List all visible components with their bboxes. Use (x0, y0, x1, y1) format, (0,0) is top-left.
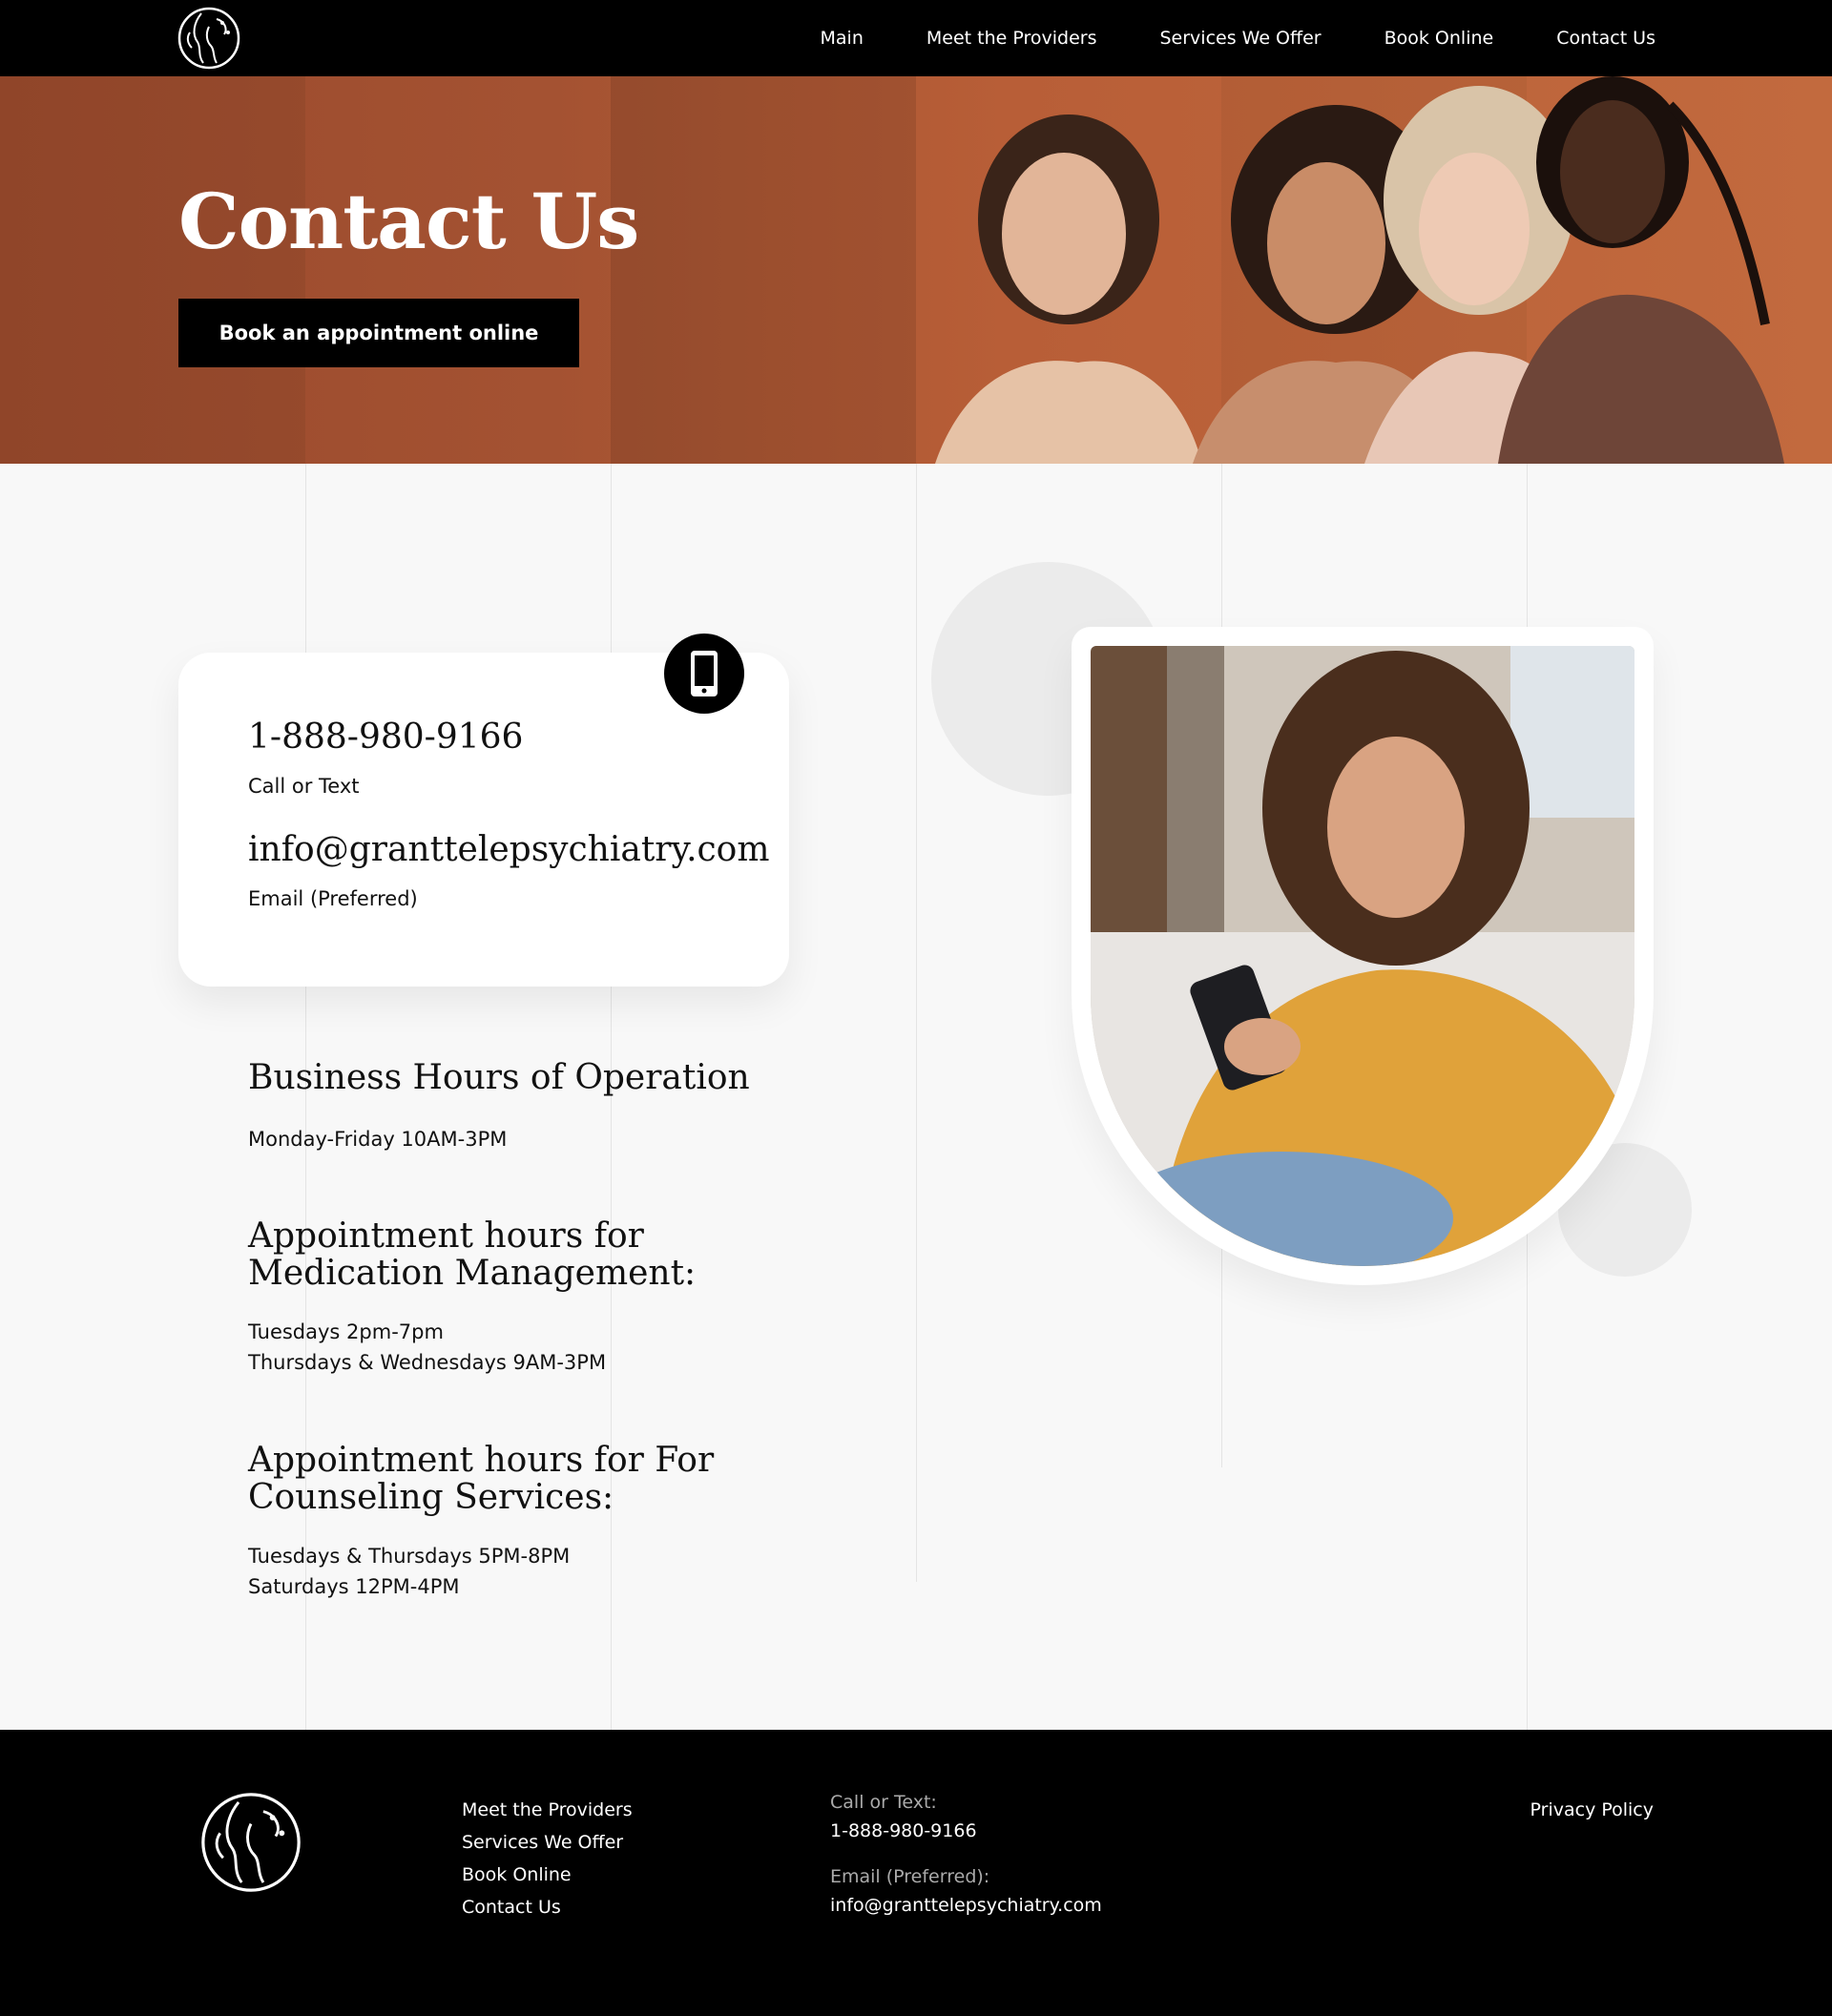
footer-privacy-policy-link[interactable]: Privacy Policy (1530, 1794, 1654, 1826)
medication-hours-line: Tuesdays 2pm-7pm (248, 1320, 444, 1343)
business-hours-text: Monday-Friday 10AM-3PM (248, 1128, 508, 1151)
footer-link-contact-us[interactable]: Contact Us (462, 1891, 633, 1923)
hero-band (0, 76, 305, 464)
counseling-hours-title-line1: Appointment hours for For (248, 1441, 715, 1480)
book-appointment-button[interactable]: Book an appointment online (178, 299, 579, 367)
counseling-hours-line: Saturdays 12PM-4PM (248, 1575, 460, 1598)
contact-email-caption: Email (Preferred) (248, 887, 418, 910)
hero-group-photo (935, 76, 1784, 464)
footer-link-meet-the-providers[interactable]: Meet the Providers (462, 1794, 633, 1826)
footer-contact: Call or Text: 1-888-980-9166 Email (Pref… (830, 1788, 1102, 1920)
counseling-hours-line: Tuesdays & Thursdays 5PM-8PM (248, 1545, 571, 1568)
business-hours-title: Business Hours of Operation (248, 1058, 750, 1097)
mobile-phone-icon (664, 634, 744, 714)
nav-book-online[interactable]: Book Online (1384, 28, 1494, 49)
medication-hours-title-line2: Medication Management: (248, 1254, 697, 1293)
nav-main[interactable]: Main (821, 28, 864, 49)
footer-call-label: Call or Text: (830, 1792, 937, 1813)
footer-link-book-online[interactable]: Book Online (462, 1859, 633, 1891)
footer-email-label: Email (Preferred): (830, 1866, 990, 1887)
page-title: Contact Us (178, 177, 639, 266)
nav-contact-us[interactable]: Contact Us (1556, 28, 1655, 49)
medication-hours-line: Thursdays & Wednesdays 9AM-3PM (248, 1351, 607, 1374)
site-header: Main Meet the Providers Services We Offe… (0, 0, 1832, 76)
woman-with-phone-photo-frame (1072, 627, 1654, 1285)
footer-logo-icon[interactable] (198, 1790, 303, 1895)
woman-with-phone-photo (1091, 646, 1634, 1266)
nav-meet-the-providers[interactable]: Meet the Providers (926, 28, 1097, 49)
footer-call-value[interactable]: 1-888-980-9166 (830, 1817, 1102, 1845)
brand-logo-icon[interactable] (177, 6, 241, 71)
nav-services-we-offer[interactable]: Services We Offer (1159, 28, 1321, 49)
counseling-hours-title-line2: Counseling Services: (248, 1478, 614, 1517)
contact-phone[interactable]: 1-888-980-9166 (248, 717, 523, 757)
footer-links: Meet the Providers Services We Offer Boo… (462, 1794, 633, 1923)
hero-banner: Contact Us Book an appointment online (0, 76, 1832, 464)
contact-email[interactable]: info@granttelepsychiatry.com (248, 830, 770, 869)
footer-link-services-we-offer[interactable]: Services We Offer (462, 1826, 633, 1859)
main-nav: Main Meet the Providers Services We Offe… (758, 0, 1655, 76)
contact-phone-caption: Call or Text (248, 775, 360, 798)
medication-hours-title-line1: Appointment hours for (248, 1216, 644, 1256)
footer-email-value[interactable]: info@granttelepsychiatry.com (830, 1891, 1102, 1920)
